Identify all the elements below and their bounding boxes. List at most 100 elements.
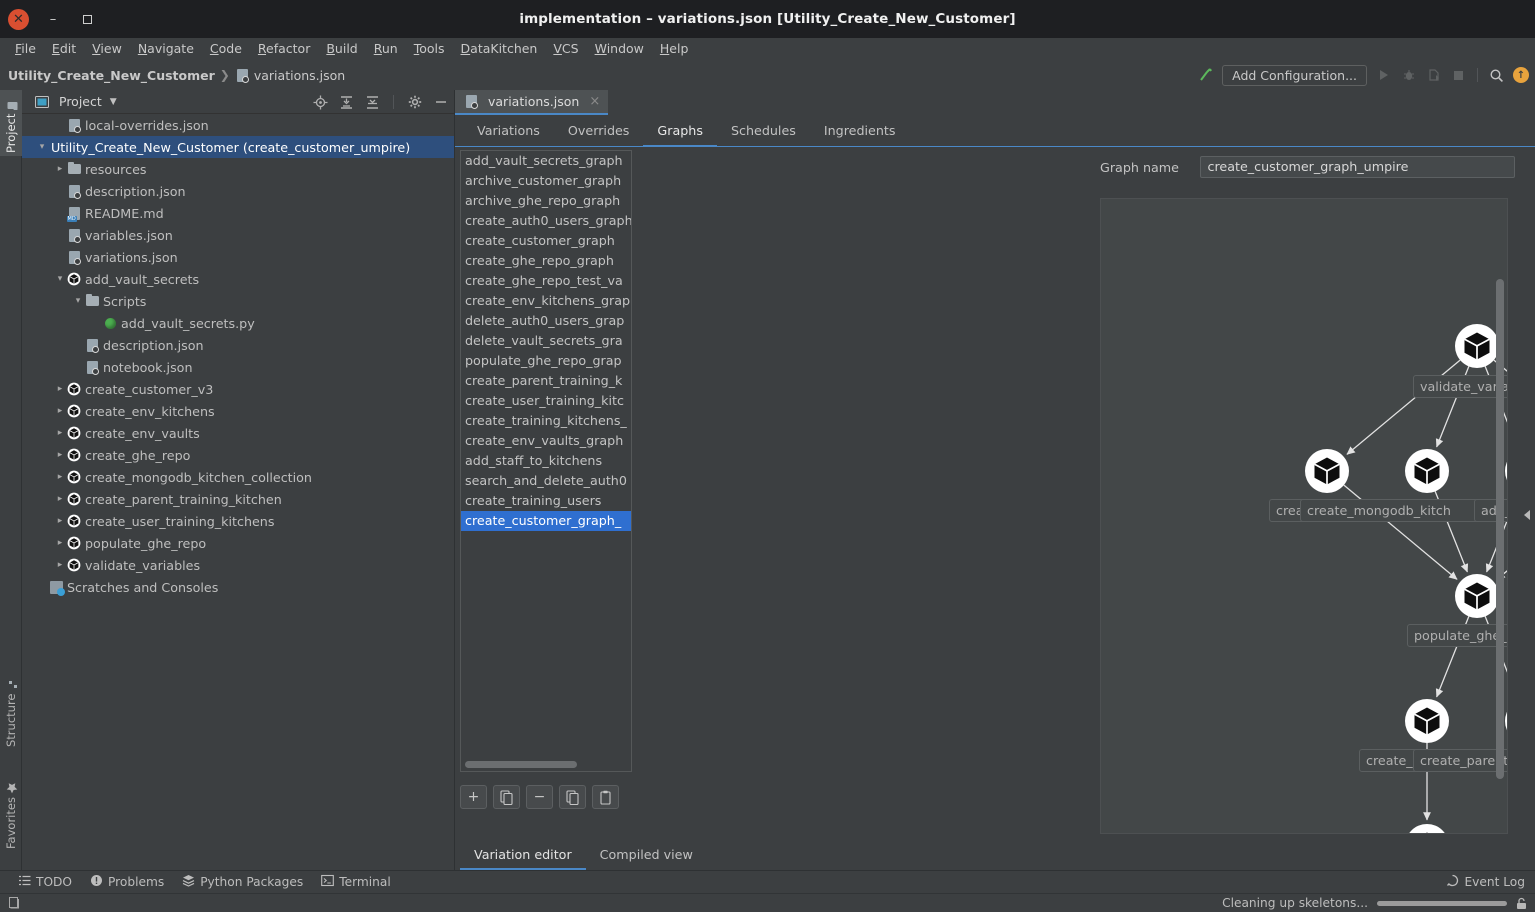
graph-list-item[interactable]: search_and_delete_auth0 — [461, 471, 631, 491]
chevron-down-icon[interactable]: ▼ — [110, 97, 117, 107]
run-icon[interactable] — [1375, 67, 1392, 84]
graph-list-item[interactable]: create_customer_graph — [461, 231, 631, 251]
graph-list-item[interactable]: create_parent_training_k — [461, 371, 631, 391]
settings-gear-icon[interactable] — [407, 95, 422, 110]
chevron-right-icon[interactable]: ▸ — [54, 450, 66, 460]
build-hammer-icon[interactable] — [1197, 67, 1214, 84]
collapse-all-icon[interactable] — [365, 95, 380, 110]
graph-list-hscrollbar[interactable] — [465, 761, 577, 768]
tree-row[interactable]: ▸ resources — [22, 158, 454, 180]
graph-list-item[interactable]: archive_customer_graph — [461, 171, 631, 191]
breadcrumb-project[interactable]: Utility_Create_New_Customer — [8, 68, 215, 83]
tree-row[interactable]: ▸ create_ghe_repo — [22, 444, 454, 466]
search-icon[interactable] — [1488, 67, 1505, 84]
graph-list-item[interactable]: create_training_kitchens_ — [461, 411, 631, 431]
expand-all-icon[interactable] — [339, 95, 354, 110]
chevron-down-icon[interactable]: ▾ — [54, 274, 66, 284]
menu-item-tools[interactable]: Tools — [406, 38, 453, 60]
tree-row[interactable]: README.md — [22, 202, 454, 224]
menu-item-navigate[interactable]: Navigate — [130, 38, 202, 60]
sidebar-tab-favorites[interactable]: Favorites — [0, 760, 22, 852]
graph-node-create-env-vaults[interactable] — [1305, 449, 1349, 493]
copy-button[interactable] — [493, 785, 520, 809]
graph-list-item[interactable]: delete_auth0_users_grap — [461, 311, 631, 331]
tree-row[interactable]: add_vault_secrets.py — [22, 312, 454, 334]
sidebar-tab-project[interactable]: Project — [0, 90, 22, 156]
menu-item-build[interactable]: Build — [318, 38, 365, 60]
tab-schedules[interactable]: Schedules — [717, 115, 810, 147]
chevron-right-icon[interactable]: ▸ — [54, 428, 66, 438]
chevron-right-icon[interactable]: ▸ — [54, 516, 66, 526]
chevron-right-icon[interactable]: ▸ — [54, 538, 66, 548]
lock-icon[interactable] — [1516, 897, 1527, 910]
update-icon[interactable]: ↑ — [1513, 67, 1529, 83]
sidebar-tab-structure[interactable]: Structure — [0, 676, 22, 750]
debug-icon[interactable] — [1400, 67, 1417, 84]
breadcrumb-file[interactable]: variations.json — [254, 68, 345, 83]
tab-variations[interactable]: Variations — [463, 115, 554, 147]
chevron-right-icon[interactable]: ▸ — [54, 164, 66, 174]
graph-name-input[interactable]: create_customer_graph_umpire — [1200, 156, 1515, 178]
tab-variations-json[interactable]: variations.json × — [455, 90, 609, 115]
duplicate-button[interactable] — [559, 785, 586, 809]
graph-list-item[interactable]: create_ghe_repo_test_va — [461, 271, 631, 291]
add-configuration-button[interactable]: Add Configuration... — [1222, 64, 1367, 86]
graph-list-item[interactable]: create_auth0_users_graph — [461, 211, 631, 231]
graph-node-populate-ghe-repo[interactable] — [1455, 574, 1499, 618]
tab-overrides[interactable]: Overrides — [554, 115, 644, 147]
tree-row[interactable]: description.json — [22, 180, 454, 202]
remove-button[interactable]: − — [526, 785, 553, 809]
menu-item-window[interactable]: Window — [587, 38, 652, 60]
collapse-right-panel-icon[interactable] — [1524, 510, 1530, 520]
graph-list-item[interactable]: populate_ghe_repo_grap — [461, 351, 631, 371]
tab-ingredients[interactable]: Ingredients — [810, 115, 910, 147]
tree-row[interactable]: local-overrides.json — [22, 114, 454, 136]
stop-icon[interactable] — [1450, 67, 1467, 84]
tree-row[interactable]: Scratches and Consoles — [22, 576, 454, 598]
hide-panel-icon[interactable] — [433, 95, 448, 110]
tree-row[interactable]: ▸ create_env_kitchens — [22, 400, 454, 422]
graph-canvas[interactable]: validate_variablescreacreate_mongodb_kit… — [1100, 198, 1508, 834]
tree-row[interactable]: ▸ create_env_vaults — [22, 422, 454, 444]
chevron-down-icon[interactable]: ▾ — [36, 142, 48, 152]
graph-list-item[interactable]: delete_vault_secrets_gra — [461, 331, 631, 351]
graph-list-item[interactable]: create_user_training_kitc — [461, 391, 631, 411]
chevron-right-icon[interactable]: ▸ — [54, 494, 66, 504]
graph-list-item[interactable]: create_training_users — [461, 491, 631, 511]
canvas-scrollbar[interactable] — [1496, 279, 1504, 779]
coverage-icon[interactable] — [1425, 67, 1442, 84]
tree-row[interactable]: ▸ validate_variables — [22, 554, 454, 576]
chevron-right-icon[interactable]: ▸ — [54, 406, 66, 416]
chevron-right-icon[interactable]: ▸ — [54, 560, 66, 570]
paste-button[interactable] — [592, 785, 619, 809]
tool-window-terminal[interactable]: Terminal — [321, 874, 391, 890]
graph-node-validate-variables[interactable] — [1455, 324, 1499, 368]
tab-graphs[interactable]: Graphs — [643, 115, 717, 147]
memory-icon[interactable] — [8, 896, 22, 910]
graph-list-item[interactable]: create_customer_graph_ — [461, 511, 631, 531]
graph-list-item[interactable]: create_env_vaults_graph — [461, 431, 631, 451]
tool-window-python-packages[interactable]: Python Packages — [182, 874, 303, 890]
chevron-right-icon[interactable]: ▸ — [54, 384, 66, 394]
graph-list[interactable]: add_vault_secrets_graph archive_customer_… — [460, 150, 632, 772]
graph-list-item[interactable]: create_ghe_repo_graph — [461, 251, 631, 271]
locate-icon[interactable] — [313, 95, 328, 110]
menu-item-file[interactable]: File — [7, 38, 44, 60]
graph-list-item[interactable]: add_staff_to_kitchens — [461, 451, 631, 471]
menu-item-view[interactable]: View — [84, 38, 130, 60]
tool-window-problems[interactable]: Problems — [90, 874, 164, 890]
tree-row[interactable]: ▸ create_mongodb_kitchen_collection — [22, 466, 454, 488]
chevron-right-icon[interactable]: ▸ — [54, 472, 66, 482]
tool-window-todo[interactable]: TODO — [18, 874, 72, 890]
tree-row[interactable]: description.json — [22, 334, 454, 356]
event-log-button[interactable]: Event Log — [1446, 874, 1525, 890]
tree-row[interactable]: variables.json — [22, 224, 454, 246]
menu-item-run[interactable]: Run — [366, 38, 406, 60]
menu-item-edit[interactable]: Edit — [44, 38, 84, 60]
menu-item-code[interactable]: Code — [202, 38, 250, 60]
close-icon[interactable]: × — [589, 94, 600, 109]
bottom-tab-variation-editor[interactable]: Variation editor — [460, 838, 586, 870]
tree-row[interactable]: ▾ Scripts — [22, 290, 454, 312]
bottom-tab-compiled-view[interactable]: Compiled view — [586, 838, 707, 870]
graph-node-create-env-kitchens[interactable] — [1405, 699, 1449, 743]
